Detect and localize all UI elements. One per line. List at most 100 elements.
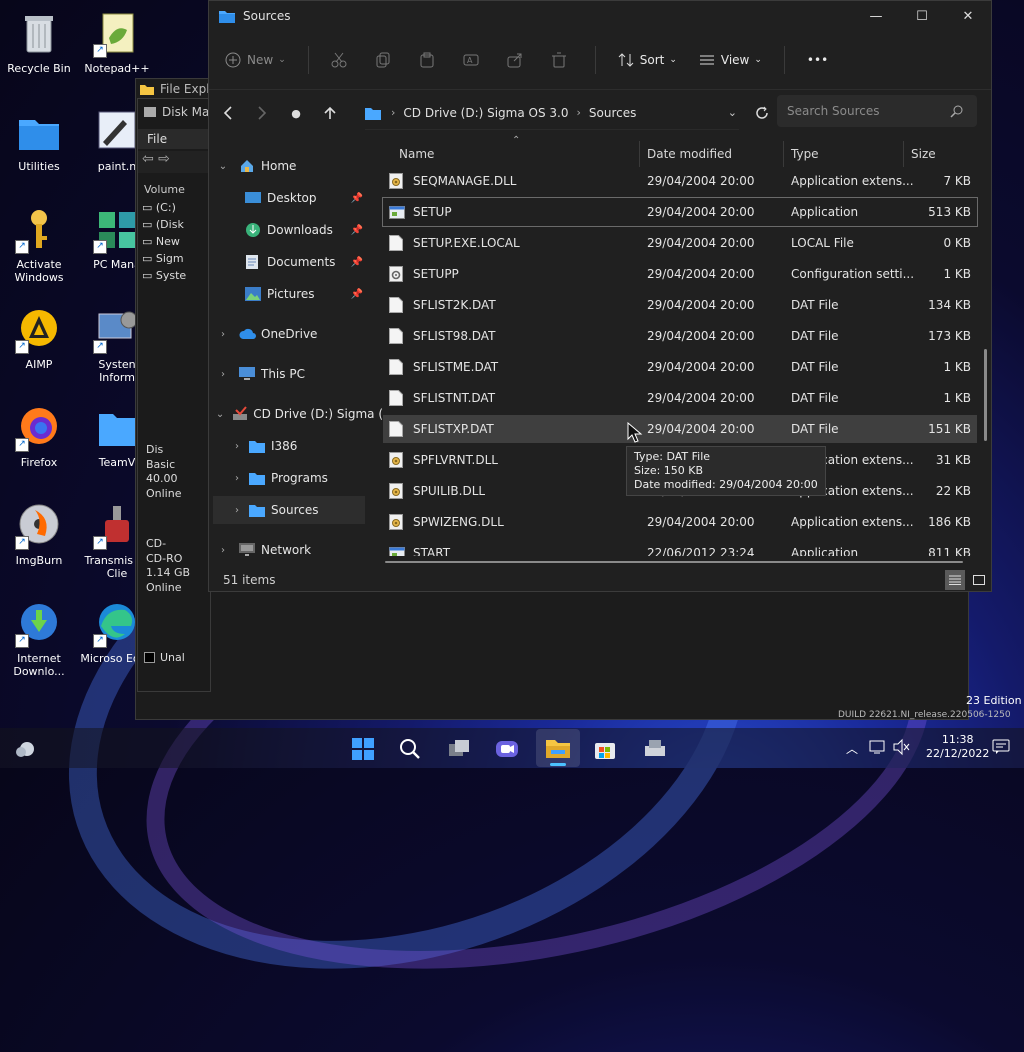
- desktop-icon-label: Recycle Bin: [7, 62, 71, 75]
- search-button[interactable]: [397, 736, 423, 762]
- breadcrumb-sources[interactable]: Sources: [589, 106, 636, 120]
- column-header-name[interactable]: Name: [399, 141, 434, 167]
- key-icon: ↗: [15, 206, 63, 254]
- breadcrumb-cd-drive[interactable]: CD Drive (D:) Sigma OS 3.0: [403, 106, 568, 120]
- arrow-right-icon: [258, 106, 267, 120]
- start-button[interactable]: [350, 736, 376, 762]
- file-size: 7 KB: [943, 174, 971, 188]
- chat-button[interactable]: [494, 736, 520, 762]
- drive-icon: ▭: [142, 252, 156, 265]
- volume-item[interactable]: ▭ New: [142, 233, 186, 250]
- share-button[interactable]: [507, 52, 529, 68]
- file-name: SETUPP: [413, 267, 459, 281]
- tiles-view-button[interactable]: [969, 570, 989, 590]
- background-window-disk-management[interactable]: Disk Ma File ⇦ ⇨ Volume ▭ (C:) ▭ (Disk ▭…: [137, 98, 211, 692]
- new-button[interactable]: New ⌄: [225, 52, 286, 68]
- rename-button[interactable]: A: [463, 52, 485, 68]
- file-row[interactable]: SETUP.EXE.LOCAL 29/04/2004 20:00 LOCAL Fil…: [383, 229, 977, 257]
- horizontal-scrollbar-thumb[interactable]: [385, 561, 963, 563]
- shortcut-arrow-icon: ↗: [15, 438, 29, 452]
- address-bar[interactable]: › CD Drive (D:) Sigma OS 3.0 › Sources ⌄: [365, 96, 739, 130]
- file-row[interactable]: SETUP 29/04/2004 20:00 Application 513 KB: [382, 197, 978, 227]
- column-divider[interactable]: [639, 141, 640, 167]
- column-divider[interactable]: [783, 141, 784, 167]
- up-button[interactable]: [313, 106, 347, 120]
- file-name: SEQMANAGE.DLL: [413, 174, 517, 188]
- volume-item[interactable]: ▭ Syste: [142, 267, 186, 284]
- file-row[interactable]: SFLISTME.DAT 29/04/2004 20:00 DAT File 1 KB: [383, 353, 977, 381]
- taskbar-file-explorer-active[interactable]: [536, 729, 580, 767]
- refresh-button[interactable]: [745, 106, 779, 120]
- desktop-icon-utilities[interactable]: Utilities: [2, 108, 76, 173]
- file-icon: [389, 359, 403, 375]
- column-header-size[interactable]: Size: [911, 141, 936, 167]
- task-view-button[interactable]: [446, 736, 472, 762]
- sort-button[interactable]: Sort ⌄: [618, 52, 677, 68]
- more-options-button[interactable]: •••: [807, 53, 828, 67]
- file-name: SETUP: [413, 205, 452, 219]
- close-button[interactable]: ✕: [945, 1, 991, 31]
- minimize-button[interactable]: —: [853, 1, 899, 31]
- details-view-button[interactable]: [945, 570, 965, 590]
- volume-muted-icon[interactable]: [892, 738, 910, 759]
- search-icon: [400, 739, 420, 759]
- folder-icon: [93, 404, 141, 452]
- shortcut-arrow-icon: ↗: [93, 340, 107, 354]
- desktop-icon-aimp[interactable]: ↗ AIMP: [2, 306, 76, 371]
- show-hidden-icons-chevron-icon[interactable]: ︿: [846, 740, 858, 757]
- disk0-info[interactable]: Dis Basic 40.00 Online: [146, 443, 181, 501]
- disk-management-title-text: Disk Ma: [162, 105, 210, 119]
- menu-file[interactable]: File: [138, 129, 210, 149]
- desktop-icon-recycle-bin[interactable]: Recycle Bin: [2, 10, 76, 75]
- volume-item[interactable]: ▭ Sigm: [142, 250, 186, 267]
- desktop-icon-notepadpp[interactable]: ↗ Notepad++: [80, 10, 154, 75]
- desktop-icon-internet-download-manager[interactable]: ↗ Internet Downlo...: [2, 600, 76, 678]
- column-divider[interactable]: [903, 141, 904, 167]
- column-header-type[interactable]: Type: [791, 141, 819, 167]
- widgets-button[interactable]: [12, 736, 38, 762]
- chevron-right-icon: ›: [391, 106, 396, 119]
- file-row[interactable]: SFLIST2K.DAT 29/04/2004 20:00 DAT File 134 …: [383, 291, 977, 319]
- file-row[interactable]: SFLIST98.DAT 29/04/2004 20:00 DAT File 173 …: [383, 322, 977, 350]
- file-row[interactable]: START 22/06/2012 23:24 Application 811 KB: [383, 539, 977, 556]
- view-button[interactable]: View ⌄: [699, 52, 762, 68]
- desktop-icon-imgburn[interactable]: ↗ ImgBurn: [2, 502, 76, 567]
- forward-button[interactable]: [245, 106, 279, 120]
- view-button-label: View: [720, 53, 750, 67]
- notifications-icon[interactable]: [992, 739, 1010, 758]
- disk1-info[interactable]: CD- CD-RO 1.14 GB Online: [146, 537, 190, 595]
- disk-toolbar-back-icon[interactable]: ⇦ ⇨: [138, 151, 210, 173]
- title-bar[interactable]: Sources — ☐ ✕: [209, 1, 991, 31]
- file-row[interactable]: SETUPP 29/04/2004 20:00 Configuration sett…: [383, 260, 977, 288]
- desktop-icon-firefox[interactable]: ↗ Firefox: [2, 404, 76, 469]
- address-history-chevron-icon[interactable]: ⌄: [728, 106, 737, 119]
- column-header-date[interactable]: Date modified: [647, 141, 732, 167]
- paste-button[interactable]: [419, 52, 441, 68]
- search-placeholder: Search Sources: [787, 104, 880, 118]
- file-row[interactable]: SPWIZENG.DLL 29/04/2004 20:00 Application …: [383, 508, 977, 536]
- maximize-button[interactable]: ☐: [899, 1, 945, 31]
- paint-icon: [93, 108, 141, 156]
- vertical-scrollbar-thumb[interactable]: [984, 349, 987, 441]
- delete-button[interactable]: [551, 52, 573, 68]
- new-button-label: New: [247, 53, 274, 67]
- shortcut-arrow-icon: ↗: [93, 536, 107, 550]
- file-row[interactable]: SFLISTNT.DAT 29/04/2004 20:00 DAT File 1 KB: [383, 384, 977, 412]
- clock[interactable]: 11:38 22/12/2022: [926, 733, 989, 761]
- copy-button[interactable]: [375, 52, 397, 68]
- store-button[interactable]: [592, 736, 618, 762]
- search-input[interactable]: Search Sources: [777, 95, 977, 127]
- file-explorer-window[interactable]: Sources — ☐ ✕ New ⌄ A Sort ⌄ View ⌄ ••• …: [208, 0, 992, 592]
- file-row[interactable]: SEQMANAGE.DLL 29/04/2004 20:00 Application…: [383, 167, 977, 195]
- file-name: SETUP.EXE.LOCAL: [413, 236, 520, 250]
- volume-item[interactable]: ▭ (Disk: [142, 216, 186, 233]
- disk-management-taskbar-button[interactable]: [642, 736, 668, 762]
- file-row[interactable]: SFLISTXP.DAT 29/04/2004 20:00 DAT File 151 …: [383, 415, 977, 443]
- network-status-icon[interactable]: [868, 738, 886, 759]
- cut-button[interactable]: [331, 52, 353, 68]
- desktop-icon-label: ImgBurn: [15, 554, 63, 567]
- desktop-icon-activate-windows[interactable]: ↗ Activate Windows: [2, 206, 76, 284]
- back-button[interactable]: [211, 106, 245, 120]
- volume-item[interactable]: ▭ (C:): [142, 199, 186, 216]
- recent-locations-button[interactable]: ●: [279, 107, 313, 120]
